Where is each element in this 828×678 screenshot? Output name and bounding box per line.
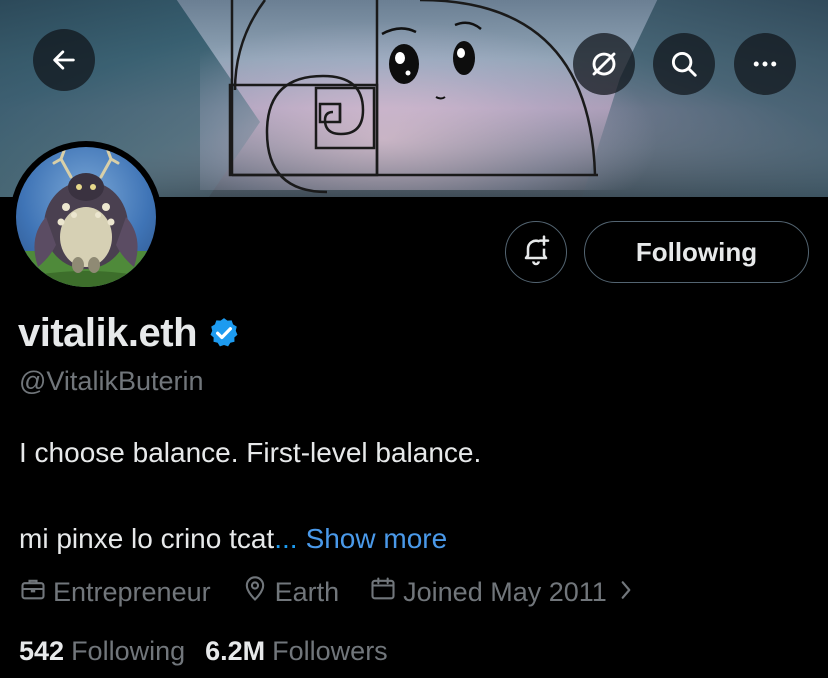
calendar-icon	[369, 575, 403, 610]
display-name-row: vitalik.eth	[18, 311, 241, 356]
joined-label: Joined May 2011	[403, 577, 607, 607]
chevron-right-icon	[617, 577, 641, 608]
joined-item[interactable]: Joined May 2011	[369, 575, 641, 610]
bio-line-2: mi pinxe lo crino tcat... Show more	[19, 523, 447, 555]
avatar[interactable]	[10, 141, 162, 293]
profile-meta: Entrepreneur Earth Joined May 2011	[19, 575, 641, 610]
followers-count: 6.2M	[205, 636, 266, 666]
followers-label: Followers	[272, 636, 388, 666]
following-label: Following	[71, 636, 186, 666]
arrow-left-icon	[50, 46, 78, 74]
category-item: Entrepreneur	[19, 575, 211, 610]
grok-button[interactable]	[573, 33, 635, 95]
following-count: 542	[19, 636, 65, 666]
verified-badge-icon[interactable]	[207, 316, 241, 355]
bio-line-1: I choose balance. First-level balance.	[19, 437, 482, 468]
bell-plus-icon	[520, 234, 552, 271]
more-options-button[interactable]	[734, 33, 796, 95]
avatar-image	[16, 147, 156, 287]
location-item: Earth	[241, 575, 340, 610]
following-button-label: Following	[635, 236, 758, 267]
following-stat[interactable]: 542 Following	[19, 636, 185, 667]
notifications-button[interactable]	[505, 221, 567, 283]
show-more-link[interactable]: Show more	[306, 523, 448, 554]
follow-stats: 542 Following 6.2M Followers	[19, 636, 388, 667]
followers-stat[interactable]: 6.2M Followers	[205, 636, 388, 667]
more-dots-icon	[750, 49, 780, 79]
category-label: Entrepreneur	[53, 577, 211, 607]
grok-icon	[589, 49, 619, 79]
bio-line-2-text: mi pinxe lo crino tcat	[19, 523, 275, 554]
following-button[interactable]: Following	[584, 221, 809, 283]
bio-ellipsis: ...	[274, 523, 298, 554]
back-button[interactable]	[33, 29, 95, 91]
search-button[interactable]	[653, 33, 715, 95]
briefcase-icon	[19, 575, 53, 610]
location-label: Earth	[274, 577, 340, 607]
location-pin-icon	[241, 575, 275, 610]
search-icon	[669, 49, 699, 79]
user-handle: @VitalikButerin	[19, 366, 204, 396]
display-name: vitalik.eth	[18, 311, 198, 355]
